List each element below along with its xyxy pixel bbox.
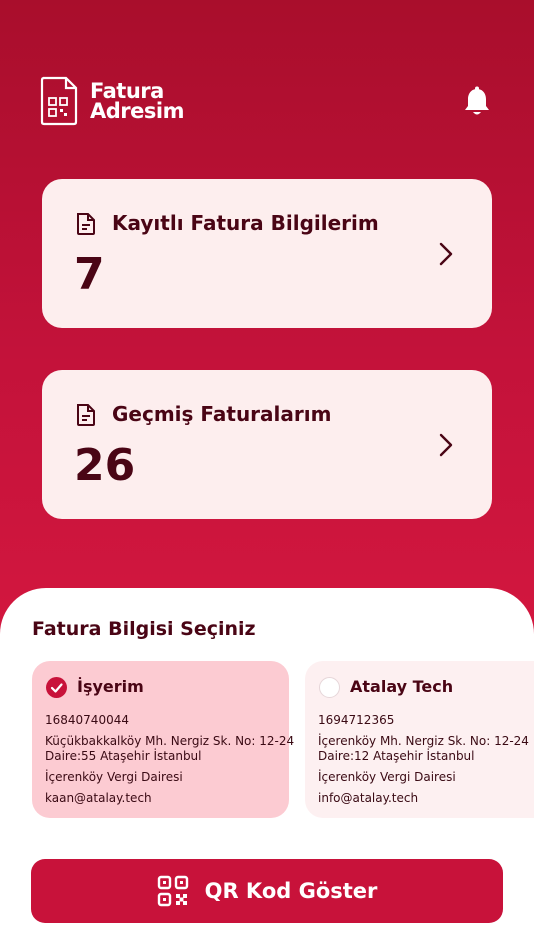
address-card[interactable]: Atalay Tech 1694712365 İçerenköy Mh. Ner…: [305, 661, 534, 818]
radio-unselected[interactable]: [319, 677, 340, 698]
chevron-right-icon[interactable]: [438, 241, 454, 267]
tax-office: İçerenköy Vergi Dairesi: [45, 770, 183, 784]
chevron-right-icon[interactable]: [438, 432, 454, 458]
address-line-1: Küçükbakkalköy Mh. Nergiz Sk. No: 12-24: [45, 734, 295, 748]
qr-button-label: QR Kod Göster: [204, 879, 378, 903]
document-icon: [77, 404, 95, 426]
check-icon: [50, 683, 63, 693]
app-logo: Fatura Adresim: [40, 76, 184, 126]
qr-code-icon: [157, 875, 188, 907]
document-icon: [77, 213, 95, 235]
invoice-logo-icon: [40, 76, 78, 126]
section-title: Fatura Bilgisi Seçiniz: [32, 618, 256, 640]
address-card-selected[interactable]: İşyerim 16840740044 Küçükbakkalköy Mh. N…: [32, 661, 294, 818]
card-name: İşyerim: [77, 677, 144, 696]
tax-number: 16840740044: [45, 713, 129, 727]
brand-name: Fatura Adresim: [90, 79, 184, 123]
stat-value: 26: [74, 440, 136, 491]
radio-selected[interactable]: [46, 677, 67, 698]
email: kaan@atalay.tech: [45, 791, 152, 805]
tax-number: 1694712365: [318, 713, 395, 727]
address-line-1: İçerenköy Mh. Nergiz Sk. No: 12-24: [318, 734, 529, 748]
stat-value: 7: [74, 249, 105, 300]
saved-invoices-card[interactable]: Kayıtlı Fatura Bilgilerim 7: [42, 179, 492, 328]
show-qr-button[interactable]: QR Kod Göster: [31, 859, 503, 923]
brand-line-2: Adresim: [90, 99, 184, 123]
tax-office: İçerenköy Vergi Dairesi: [318, 770, 456, 784]
stat-title: Geçmiş Faturalarım: [112, 402, 332, 426]
past-invoices-card[interactable]: Geçmiş Faturalarım 26: [42, 370, 492, 519]
brand-line-1: Fatura: [90, 79, 164, 103]
address-line-2: Daire:12 Ataşehir İstanbul: [318, 749, 475, 763]
bell-icon[interactable]: [463, 86, 491, 116]
stat-title: Kayıtlı Fatura Bilgilerim: [112, 211, 379, 235]
address-line-2: Daire:55 Ataşehir İstanbul: [45, 749, 202, 763]
card-name: Atalay Tech: [350, 677, 454, 696]
email: info@atalay.tech: [318, 791, 419, 805]
